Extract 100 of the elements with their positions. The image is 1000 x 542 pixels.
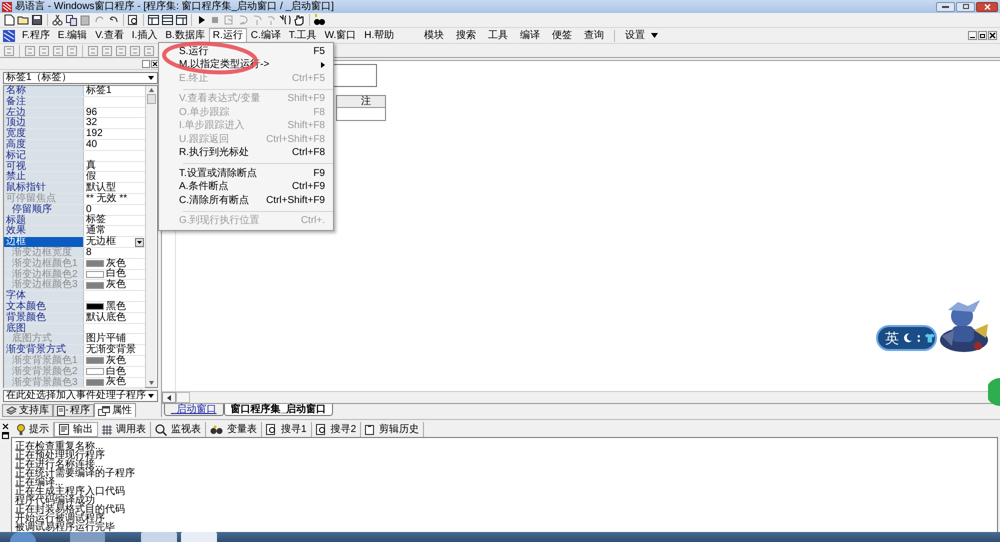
property-value[interactable]: 默认底色 — [86, 312, 126, 323]
table-control[interactable]: 注 — [336, 95, 386, 121]
caret-icon[interactable] — [651, 33, 658, 38]
output-line: 正在进行名称连接... — [15, 460, 104, 469]
shirt-icon[interactable] — [925, 333, 935, 343]
panel-tab[interactable]: 属性 — [94, 403, 136, 417]
property-name[interactable]: 左边 — [4, 108, 84, 118]
minimize-button[interactable] — [936, 2, 955, 12]
object-dropdown[interactable]: 标签1（标签） — [3, 72, 158, 84]
property-name[interactable]: 字体 — [4, 291, 84, 301]
scroll-left-button[interactable] — [162, 392, 176, 403]
binoculars-icon[interactable] — [313, 14, 326, 26]
toolbar-button[interactable]: 查询 — [578, 28, 610, 42]
property-value[interactable]: 标签 — [86, 215, 106, 226]
property-value[interactable]: 真 — [86, 161, 96, 172]
dots-icon[interactable] — [916, 334, 920, 342]
property-name[interactable]: 备注 — [4, 96, 84, 107]
menu-item[interactable]: S.运行 F5 — [159, 45, 333, 58]
property-value[interactable]: 32 — [86, 118, 98, 128]
property-name[interactable]: 鼠标指针 — [4, 183, 84, 193]
hand-icon[interactable] — [293, 14, 306, 26]
menu-item[interactable]: B.数据库 — [161, 28, 209, 44]
event-dropdown[interactable]: 在此处选择加入事件处理子程序 — [3, 390, 158, 402]
property-value[interactable]: 假 — [86, 172, 96, 182]
property-name[interactable]: 背景颜色 — [4, 312, 84, 323]
minimize-button[interactable] — [968, 31, 977, 40]
layout-icon[interactable] — [175, 14, 188, 26]
property-name[interactable]: 可视 — [4, 162, 84, 172]
layout-icon[interactable] — [161, 14, 174, 26]
save-icon[interactable] — [31, 14, 44, 26]
up-arrow-icon[interactable] — [148, 88, 154, 92]
start-button[interactable] — [10, 532, 36, 542]
dropdown-button[interactable] — [135, 238, 144, 247]
menu-item[interactable]: C.清除所有断点 Ctrl+Shift+F9 — [159, 194, 333, 208]
find-icon — [316, 424, 327, 435]
menu-item[interactable]: H.帮助 — [360, 28, 398, 44]
property-name[interactable]: 标题 — [4, 216, 84, 226]
down-arrow-icon[interactable] — [148, 381, 154, 385]
menu-item[interactable]: E.编辑 — [54, 28, 92, 44]
close-button[interactable] — [988, 31, 997, 40]
property-name[interactable]: 名称 — [4, 86, 84, 96]
property-value[interactable]: 默认型 — [86, 183, 116, 194]
menu-item[interactable]: A.条件断点 Ctrl+F9 — [159, 180, 333, 194]
restore-button[interactable] — [978, 31, 987, 40]
output-line: 正在封装易格式目的代码 — [15, 505, 126, 514]
floating-button[interactable] — [988, 378, 1000, 406]
property-name[interactable]: 宽度 — [4, 129, 84, 139]
find-icon[interactable] — [127, 14, 140, 26]
column-header: 注 — [361, 96, 371, 107]
menu-item[interactable]: T.工具 — [284, 28, 321, 44]
editor-tab[interactable]: 窗口程序集_启动窗口 — [224, 404, 334, 416]
menu-item[interactable]: C.编译 — [246, 28, 285, 44]
copy-icon[interactable] — [65, 14, 78, 26]
property-name[interactable]: 文本颜色 — [4, 302, 84, 312]
menu-item[interactable]: W.窗口 — [320, 28, 360, 44]
scrollbar-thumb[interactable] — [146, 94, 156, 104]
ime-toolbar[interactable]: 英 — [876, 325, 937, 351]
property-name[interactable]: 禁止 — [4, 172, 84, 182]
cut-icon[interactable] — [51, 14, 64, 26]
menu-item[interactable]: R.运行 — [208, 28, 247, 43]
close-button[interactable] — [976, 2, 998, 12]
shortcut-text: Ctrl+Shift+F9 — [266, 194, 325, 207]
toolbar-button[interactable]: 编译 — [514, 28, 546, 42]
braces-icon[interactable] — [279, 14, 292, 26]
property-value[interactable]: 40 — [86, 140, 98, 150]
property-value[interactable]: 标签1 — [86, 86, 112, 96]
menu-item[interactable]: V.查看 — [91, 28, 128, 44]
property-name[interactable]: 顶边 — [4, 118, 84, 128]
toolbar-button[interactable]: 搜索 — [450, 28, 482, 42]
property-name[interactable]: 底图 — [4, 324, 84, 334]
property-value[interactable]: 96 — [86, 108, 98, 118]
toolbar-button[interactable]: 设置 — [619, 28, 652, 42]
menu-item[interactable]: R.执行到光标处 Ctrl+F8 — [159, 146, 333, 160]
layout-icon[interactable] — [147, 14, 160, 26]
editor-tab[interactable]: _启动窗口 — [164, 404, 224, 416]
menu-item[interactable]: T.设置或清除断点 F9 — [159, 167, 333, 180]
output-tab[interactable]: 输出 — [54, 422, 98, 437]
panel-tab[interactable]: 程序 — [53, 404, 94, 417]
menu-item-label: O.单步跟踪 — [179, 106, 230, 119]
app-icon — [3, 30, 15, 42]
property-name[interactable]: 标记 — [4, 150, 84, 161]
moon-icon[interactable] — [904, 333, 912, 343]
property-name[interactable]: 高度 — [4, 140, 84, 150]
menu-item-label: T.设置或清除断点 — [179, 168, 257, 180]
restore-button[interactable] — [956, 2, 975, 12]
property-name[interactable]: 边框 — [4, 237, 84, 247]
panel-tab[interactable]: 支持库 — [2, 404, 53, 417]
toolbar-button[interactable]: 便签 — [546, 28, 578, 42]
toolbar-button[interactable]: 工具 — [482, 28, 514, 42]
restore-icon[interactable] — [2, 432, 9, 439]
property-name[interactable]: 效果 — [4, 226, 84, 236]
toolbar-button[interactable]: 模块 — [418, 28, 450, 42]
ime-mode-label[interactable]: 英 — [885, 331, 899, 345]
close-icon[interactable] — [2, 423, 9, 430]
property-value[interactable]: 通常 — [86, 226, 106, 236]
property-value[interactable]: 192 — [86, 129, 103, 140]
scrollbar[interactable] — [145, 86, 156, 387]
menu-item[interactable]: F.程序 — [18, 28, 54, 44]
menu-item[interactable]: I.插入 — [128, 28, 162, 44]
property-name[interactable]: 渐变背景方式 — [4, 345, 84, 355]
